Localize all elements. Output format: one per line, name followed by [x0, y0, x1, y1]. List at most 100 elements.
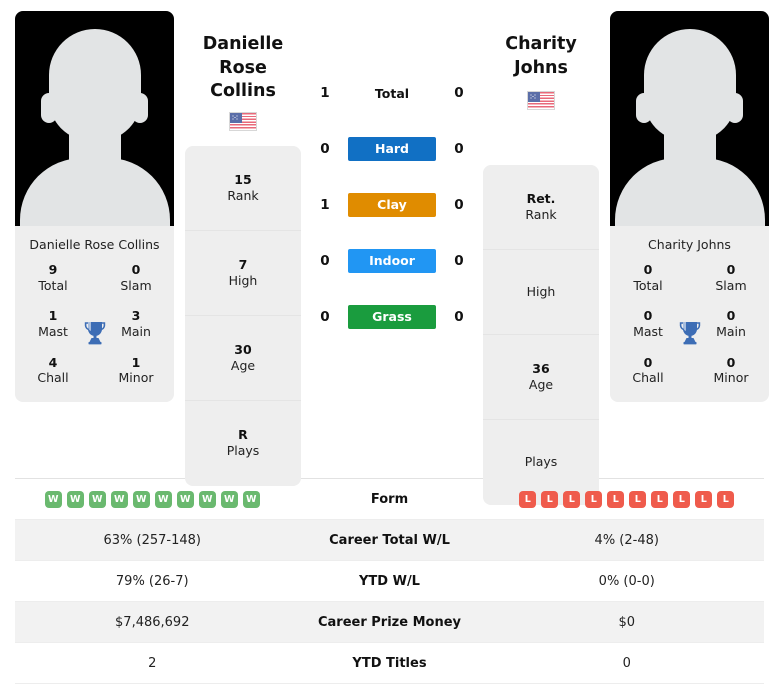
right-titles-total-label: Total — [633, 277, 663, 293]
right-player-name-line2: Johns — [514, 57, 568, 78]
right-player-titles: 0 Total 0 Slam 0 Mast 0 Main 0 Chall 0 M… — [610, 262, 769, 402]
left-player-name[interactable]: Danielle Rose Collins — [185, 11, 301, 104]
form-badge: W — [110, 490, 128, 508]
h2h-clay-left: 1 — [320, 197, 330, 213]
right-titles-chall: 0 Chall — [620, 355, 676, 386]
left-info-rank-value: 15 — [234, 171, 252, 187]
form-badge: W — [154, 490, 172, 508]
right-info-age-label: Age — [528, 377, 554, 392]
right-titles-main: 0 Main — [703, 308, 759, 339]
left-titles-minor-value: 1 — [131, 354, 141, 370]
h2h-indoor-left: 0 — [320, 253, 330, 269]
form-badge: W — [44, 490, 62, 508]
ytd-titles-right: 0 — [622, 655, 631, 671]
right-player-photo — [610, 11, 769, 226]
left-titles-chall: 4 Chall — [25, 355, 81, 386]
trophy-icon — [83, 320, 107, 350]
left-titles-main-value: 3 — [131, 308, 141, 324]
career-prize-money-left: $7,486,692 — [115, 614, 190, 630]
career-total-wl-left: 63% (257-148) — [103, 532, 202, 548]
right-titles-slam: 0 Slam — [703, 262, 759, 293]
left-titles-row-3: 4 Chall 1 Minor — [25, 355, 164, 386]
left-info-plays-label: Plays — [226, 443, 260, 459]
h2h-total-right: 0 — [454, 85, 464, 101]
right-titles-row-1: 0 Total 0 Slam — [620, 262, 759, 293]
h2h-indoor-right: 0 — [454, 253, 464, 269]
right-info-high: High — [483, 250, 599, 335]
head-to-head-column: 1 Total 0 0 Hard 0 1 Clay 0 0 Indoor 0 0… — [312, 11, 472, 345]
left-titles-mast: 1 Mast — [25, 308, 81, 339]
left-info-plays-value: R — [238, 427, 248, 443]
row-label-ytd-titles: YTD Titles — [352, 655, 427, 671]
form-badge: W — [66, 490, 84, 508]
right-titles-main-value: 0 — [726, 308, 736, 324]
form-badge: L — [651, 490, 669, 508]
left-titles-chall-value: 4 — [48, 354, 58, 370]
form-badge: L — [607, 490, 625, 508]
form-badge: L — [541, 490, 559, 508]
right-titles-slam-value: 0 — [726, 262, 736, 277]
h2h-clay-badge[interactable]: Clay — [348, 193, 436, 217]
left-titles-slam: 0 Slam — [108, 262, 164, 293]
left-player-flag-wrap — [185, 111, 301, 132]
left-titles-total: 9 Total — [25, 262, 81, 293]
right-titles-mast-value: 0 — [643, 308, 653, 324]
form-badge: W — [198, 490, 216, 508]
right-player-name-line1: Charity — [505, 34, 577, 54]
left-info-age-label: Age — [230, 357, 256, 373]
form-badge: W — [132, 490, 150, 508]
right-player-card[interactable]: Charity Johns 0 Total 0 Slam 0 Mast 0 Ma… — [610, 11, 769, 402]
form-badge: L — [519, 490, 537, 508]
row-label-ytd-wl: YTD W/L — [359, 573, 420, 589]
left-player-name-line1: Danielle Rose — [202, 34, 284, 78]
form-badge: W — [176, 490, 194, 508]
right-titles-total: 0 Total — [620, 262, 676, 293]
right-player-info-card: Ret. Rank High 36 Age Plays — [483, 165, 599, 505]
left-info-high-value: 7 — [238, 256, 248, 272]
left-titles-minor: 1 Minor — [108, 355, 164, 386]
h2h-hard-badge[interactable]: Hard — [348, 137, 436, 161]
h2h-row-clay: 1 Clay 0 — [312, 177, 472, 233]
form-badge: L — [563, 490, 581, 508]
right-titles-slam-label: Slam — [715, 277, 747, 293]
right-titles-minor-value: 0 — [726, 354, 736, 370]
h2h-indoor-badge[interactable]: Indoor — [348, 249, 436, 273]
career-prize-money-right: $0 — [618, 614, 636, 630]
left-info-high-label: High — [228, 272, 258, 288]
left-info-rank-label: Rank — [227, 187, 259, 203]
left-titles-main-label: Main — [121, 323, 151, 339]
h2h-row-hard: 0 Hard 0 — [312, 121, 472, 177]
left-player-info-card: 15 Rank 7 High 30 Age R Plays — [185, 145, 301, 486]
form-badge: L — [695, 490, 713, 508]
form-badge: L — [629, 490, 647, 508]
h2h-hard-right: 0 — [454, 141, 464, 157]
h2h-row-total: 1 Total 0 — [312, 65, 472, 121]
h2h-row-grass: 0 Grass 0 — [312, 289, 472, 345]
right-titles-main-label: Main — [716, 323, 746, 339]
row-label-career-prize-money: Career Prize Money — [317, 614, 461, 630]
left-titles-mast-label: Mast — [38, 323, 68, 339]
h2h-grass-right: 0 — [454, 309, 464, 325]
left-titles-slam-value: 0 — [131, 262, 141, 277]
form-badge: W — [242, 490, 260, 508]
table-row: WWWWWWWWWW Form LLLLLLLLLL — [15, 479, 764, 520]
right-titles-chall-value: 0 — [643, 354, 653, 370]
left-titles-row-1: 9 Total 0 Slam — [25, 262, 164, 293]
h2h-row-indoor: 0 Indoor 0 — [312, 233, 472, 289]
head-to-head-list: 1 Total 0 0 Hard 0 1 Clay 0 0 Indoor 0 0… — [312, 11, 472, 345]
h2h-grass-left: 0 — [320, 309, 330, 325]
row-label-form: Form — [370, 491, 409, 507]
stats-comparison-table: WWWWWWWWWW Form LLLLLLLLLL 63% (257-148)… — [15, 478, 764, 684]
right-player-name[interactable]: Charity Johns — [483, 11, 599, 83]
form-badge: L — [585, 490, 603, 508]
left-player-info-column: Danielle Rose Collins 15 Rank 7 High 30 — [185, 11, 301, 486]
ytd-wl-right: 0% (0-0) — [598, 573, 655, 589]
left-player-column: Danielle Rose Collins 9 Total 0 Slam 1 M… — [15, 11, 174, 402]
form-badge: W — [220, 490, 238, 508]
form-badge: L — [717, 490, 735, 508]
left-titles-slam-label: Slam — [120, 277, 152, 293]
left-player-photo — [15, 11, 174, 226]
right-info-rank-label: Rank — [525, 207, 557, 222]
left-player-card[interactable]: Danielle Rose Collins 9 Total 0 Slam 1 M… — [15, 11, 174, 402]
h2h-grass-badge[interactable]: Grass — [348, 305, 436, 329]
